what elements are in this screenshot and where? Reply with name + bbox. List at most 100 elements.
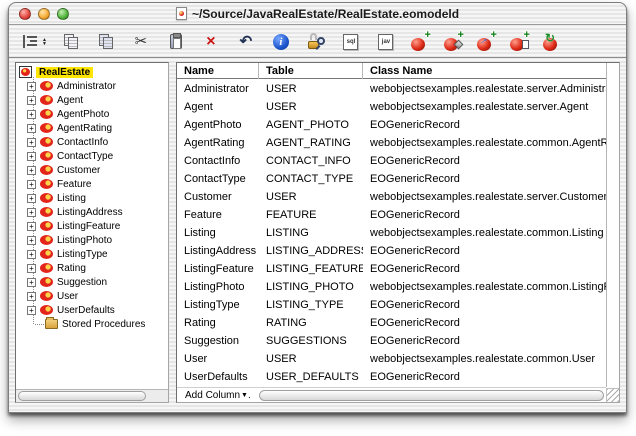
table-vertical-scrollbar[interactable] — [606, 63, 619, 387]
zoom-button[interactable] — [57, 8, 69, 20]
tree-item-listingphoto[interactable]: + ListingPhoto — [18, 233, 168, 247]
view-mode-switcher[interactable]: ▲ ▼ — [23, 31, 47, 53]
tree-item-agentphoto[interactable]: + AgentPhoto — [18, 107, 168, 121]
expand-icon[interactable]: + — [27, 221, 36, 231]
table-row[interactable]: UserDefaults USER_DEFAULTS EOGenericRecord — [177, 368, 606, 386]
add-entity-button[interactable]: + — [410, 29, 431, 51]
eomodeler-window: ~/Source/JavaRealEstate/RealEstate.eomod… — [8, 2, 627, 413]
table-row[interactable]: Rating RATING EOGenericRecord — [177, 314, 606, 332]
table-row[interactable]: ListingPhoto LISTING_PHOTO webobjectsexamp… — [177, 278, 606, 296]
tree-item-feature[interactable]: + Feature — [18, 177, 168, 191]
tree-item-listingfeature[interactable]: + ListingFeature — [18, 219, 168, 233]
expand-icon[interactable]: + — [27, 291, 36, 301]
sidebar-horizontal-scrollbar[interactable] — [16, 389, 168, 402]
table-horizontal-scrollbar[interactable] — [257, 389, 606, 402]
table-row[interactable]: User USER webobjectsexamples.realestate.co… — [177, 350, 606, 368]
column-header-classname[interactable]: Class Name — [363, 63, 606, 79]
table-row[interactable]: Administrator USER webobjectsexamples.real… — [177, 80, 606, 98]
expand-icon[interactable]: + — [27, 193, 36, 203]
add-stored-procedure-button[interactable]: ↻ — [542, 32, 562, 51]
tree-item-agentrating[interactable]: + AgentRating — [18, 121, 168, 135]
expand-icon[interactable]: + — [27, 165, 36, 175]
table-row[interactable]: Customer USER webobjectsexamples.realestat… — [177, 188, 606, 206]
tree-item-listing[interactable]: + Listing — [18, 191, 168, 205]
plus-badge-icon: + — [457, 28, 464, 41]
expand-icon[interactable]: + — [27, 249, 36, 259]
table-bottom-bar: Add Column ▼. — [177, 387, 606, 402]
table-row[interactable]: Listing LISTING webobjectsexamples.realest… — [177, 224, 606, 242]
table-row[interactable]: AgentPhoto AGENT_PHOTO EOGenericRecord — [177, 116, 606, 134]
entity-icon — [40, 193, 53, 203]
delete-button[interactable]: × — [200, 31, 222, 53]
column-header-name[interactable]: Name — [177, 63, 259, 79]
tree-item-listingaddress[interactable]: + ListingAddress — [18, 205, 168, 219]
add-relationship-button[interactable]: → + — [475, 29, 497, 51]
table-row[interactable]: Feature FEATURE EOGenericRecord — [177, 206, 606, 224]
table-row[interactable]: Suggestion SUGGESTIONS EOGenericRecord — [177, 332, 606, 350]
undo-arrow-icon: ↶ — [239, 33, 253, 50]
duplicate-icon — [98, 34, 113, 49]
minimize-button[interactable] — [38, 8, 50, 20]
table-row[interactable]: ListingAddress LISTING_ADDRESS EOGenericRe… — [177, 242, 606, 260]
view-stepper-icon[interactable]: ▲ ▼ — [42, 37, 47, 46]
tree-root-realestate[interactable]: RealEstate — [18, 65, 168, 79]
scrollbar-thumb[interactable] — [258, 389, 604, 401]
plus-badge-icon: + — [523, 28, 530, 41]
inspector-button[interactable]: i — [270, 31, 292, 53]
table-row[interactable]: Agent USER webobjectsexamples.realestate.s… — [177, 98, 606, 116]
tree-item-stored-procedures[interactable]: Stored Procedures — [18, 317, 168, 331]
tree-item-contacttype[interactable]: + ContactType — [18, 149, 168, 163]
expand-icon[interactable]: + — [27, 151, 36, 161]
browse-data-button[interactable] — [305, 31, 327, 53]
add-attribute-button[interactable]: + — [443, 28, 464, 51]
tree-item-userdefaults[interactable]: + UserDefaults — [18, 303, 168, 317]
tree-item-user[interactable]: + User — [18, 289, 168, 303]
expand-icon[interactable]: + — [27, 95, 36, 105]
expand-icon[interactable]: + — [27, 277, 36, 287]
lock-magnifier-icon — [307, 33, 325, 50]
entity-icon — [40, 235, 53, 245]
paste-button[interactable] — [165, 31, 187, 53]
table-row[interactable]: ListingFeature LISTING_FEATURE EOGenericRe… — [177, 260, 606, 278]
expand-icon[interactable]: + — [27, 81, 36, 91]
table-row[interactable]: ListingType LISTING_TYPE EOGenericRecord — [177, 296, 606, 314]
expand-icon[interactable]: + — [27, 109, 36, 119]
expand-icon[interactable]: + — [27, 235, 36, 245]
expand-icon[interactable]: + — [27, 179, 36, 189]
tree-item-suggestion[interactable]: + Suggestion — [18, 275, 168, 289]
scrollbar-thumb[interactable] — [18, 391, 146, 401]
undo-button[interactable]: ↶ — [235, 31, 257, 53]
table-row[interactable]: ContactType CONTACT_TYPE EOGenericRecord — [177, 170, 606, 188]
entity-icon — [40, 207, 53, 217]
tree-root-label[interactable]: RealEstate — [36, 66, 94, 78]
tree-item-rating[interactable]: + Rating — [18, 261, 168, 275]
entity-icon — [40, 221, 53, 231]
tree-item-contactinfo[interactable]: + ContactInfo — [18, 135, 168, 149]
title-bar[interactable]: ~/Source/JavaRealEstate/RealEstate.eomod… — [9, 3, 626, 25]
expand-icon[interactable]: + — [27, 263, 36, 273]
tree-item-agent[interactable]: + Agent — [18, 93, 168, 107]
expand-icon[interactable]: + — [27, 305, 36, 315]
entity-icon — [40, 165, 53, 175]
copy-button[interactable] — [60, 31, 82, 53]
table-row[interactable]: ContactInfo CONTACT_INFO EOGenericRecord — [177, 152, 606, 170]
tree-item-administrator[interactable]: + Administrator — [18, 79, 168, 93]
duplicate-button[interactable] — [95, 31, 117, 53]
column-header-table[interactable]: Table — [259, 63, 363, 79]
table-row[interactable]: AgentRating AGENT_RATING webobjectsexample… — [177, 134, 606, 152]
tree-item-customer[interactable]: + Customer — [18, 163, 168, 177]
cut-button[interactable]: ✂ — [130, 31, 152, 53]
entity-icon — [40, 123, 53, 133]
generate-java-button[interactable]: jav — [375, 31, 397, 53]
tree-item-listingtype[interactable]: + ListingType — [18, 247, 168, 261]
expand-icon[interactable]: + — [27, 123, 36, 133]
add-fetchspec-button[interactable]: + — [509, 28, 530, 51]
generate-sql-button[interactable]: sql — [340, 31, 362, 53]
add-column-button[interactable]: Add Column ▼. — [185, 390, 251, 401]
expand-icon[interactable]: + — [27, 207, 36, 217]
expand-icon[interactable]: + — [27, 137, 36, 147]
entity-icon — [40, 81, 53, 91]
resize-grip[interactable] — [606, 388, 619, 402]
entity-ball-icon — [410, 37, 425, 51]
close-button[interactable] — [19, 8, 31, 20]
